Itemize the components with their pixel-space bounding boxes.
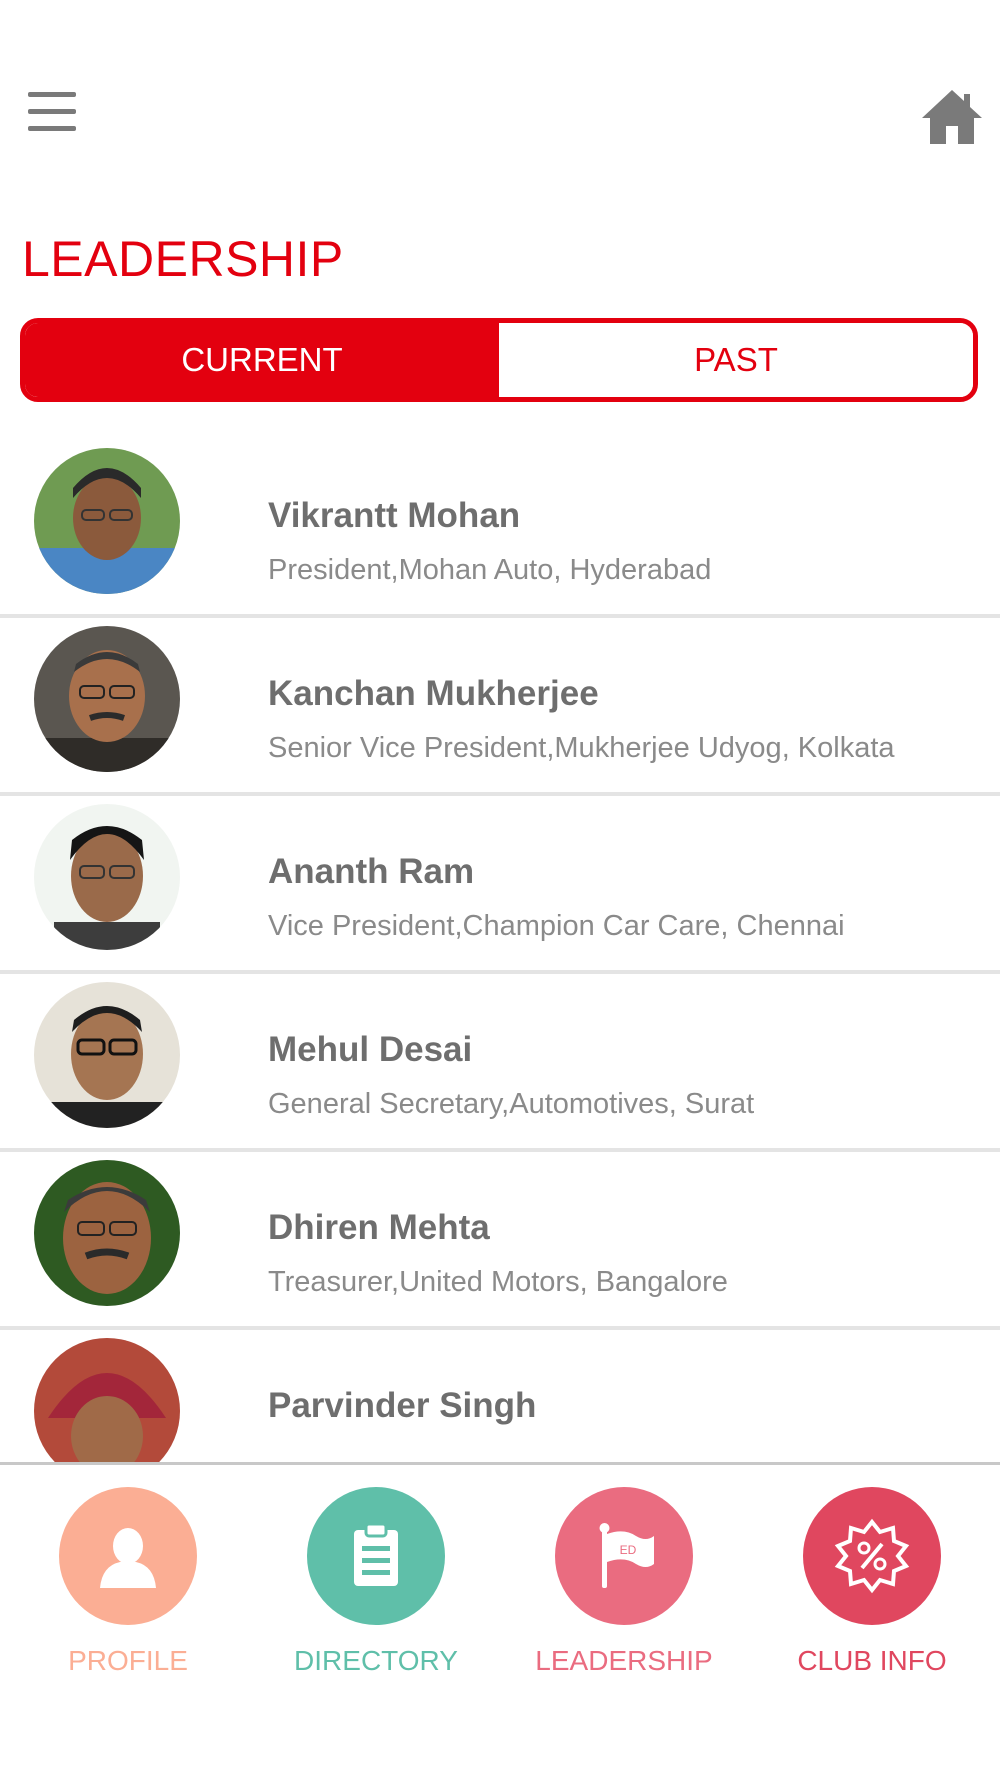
clipboard-icon: [307, 1487, 445, 1625]
profile-icon: [59, 1487, 197, 1625]
discount-badge-icon: [803, 1487, 941, 1625]
leader-name: Parvinder Singh: [268, 1386, 537, 1425]
avatar: [34, 982, 180, 1128]
avatar: [34, 626, 180, 772]
nav-club-info[interactable]: CLUB INFO: [772, 1487, 972, 1677]
home-icon[interactable]: [920, 86, 984, 146]
avatar: [34, 804, 180, 950]
nav-directory[interactable]: DIRECTORY: [276, 1487, 476, 1677]
leader-list[interactable]: Vikrantt Mohan President,Mohan Auto, Hyd…: [0, 440, 1000, 1462]
avatar: [34, 448, 180, 594]
nav-profile-label: PROFILE: [68, 1645, 188, 1676]
leader-subtitle: Vice President,Champion Car Care, Chenna…: [268, 910, 845, 942]
tab-current[interactable]: CURRENT: [25, 323, 499, 397]
hamburger-menu-icon[interactable]: [28, 92, 76, 136]
list-item[interactable]: Vikrantt Mohan President,Mohan Auto, Hyd…: [0, 440, 1000, 618]
leader-subtitle: General Secretary,Automotives, Surat: [268, 1088, 755, 1120]
list-item[interactable]: Dhiren Mehta Treasurer,United Motors, Ba…: [0, 1152, 1000, 1330]
tab-past[interactable]: PAST: [499, 323, 973, 397]
leader-subtitle: Senior Vice President,Mukherjee Udyog, K…: [268, 732, 895, 764]
leader-name: Mehul Desai: [268, 1030, 473, 1069]
bottom-nav: PROFILE DIRECTORY ED LEADERSHIP CLUB INF…: [0, 1465, 1000, 1778]
nav-directory-label: DIRECTORY: [294, 1645, 458, 1676]
page-title: LEADERSHIP: [22, 231, 344, 287]
app-bar: [0, 0, 1000, 200]
list-item[interactable]: Parvinder Singh: [0, 1330, 1000, 1462]
leader-name: Vikrantt Mohan: [268, 496, 521, 535]
list-item[interactable]: Ananth Ram Vice President,Champion Car C…: [0, 796, 1000, 974]
leadership-tabs: CURRENT PAST: [20, 318, 978, 402]
leader-subtitle: President,Mohan Auto, Hyderabad: [268, 554, 712, 586]
nav-club-info-label: CLUB INFO: [797, 1645, 947, 1676]
nav-leadership[interactable]: ED LEADERSHIP: [524, 1487, 724, 1677]
flag-text: ED: [620, 1543, 637, 1557]
avatar: [34, 1338, 180, 1462]
leader-name: Kanchan Mukherjee: [268, 674, 599, 713]
nav-leadership-label: LEADERSHIP: [535, 1645, 713, 1676]
flag-icon: ED: [555, 1487, 693, 1625]
list-item[interactable]: Mehul Desai General Secretary,Automotive…: [0, 974, 1000, 1152]
leader-subtitle: Treasurer,United Motors, Bangalore: [268, 1266, 728, 1298]
avatar: [34, 1160, 180, 1306]
nav-profile[interactable]: PROFILE: [28, 1487, 228, 1677]
list-item[interactable]: Kanchan Mukherjee Senior Vice President,…: [0, 618, 1000, 796]
leader-name: Ananth Ram: [268, 852, 475, 891]
leader-name: Dhiren Mehta: [268, 1208, 490, 1247]
